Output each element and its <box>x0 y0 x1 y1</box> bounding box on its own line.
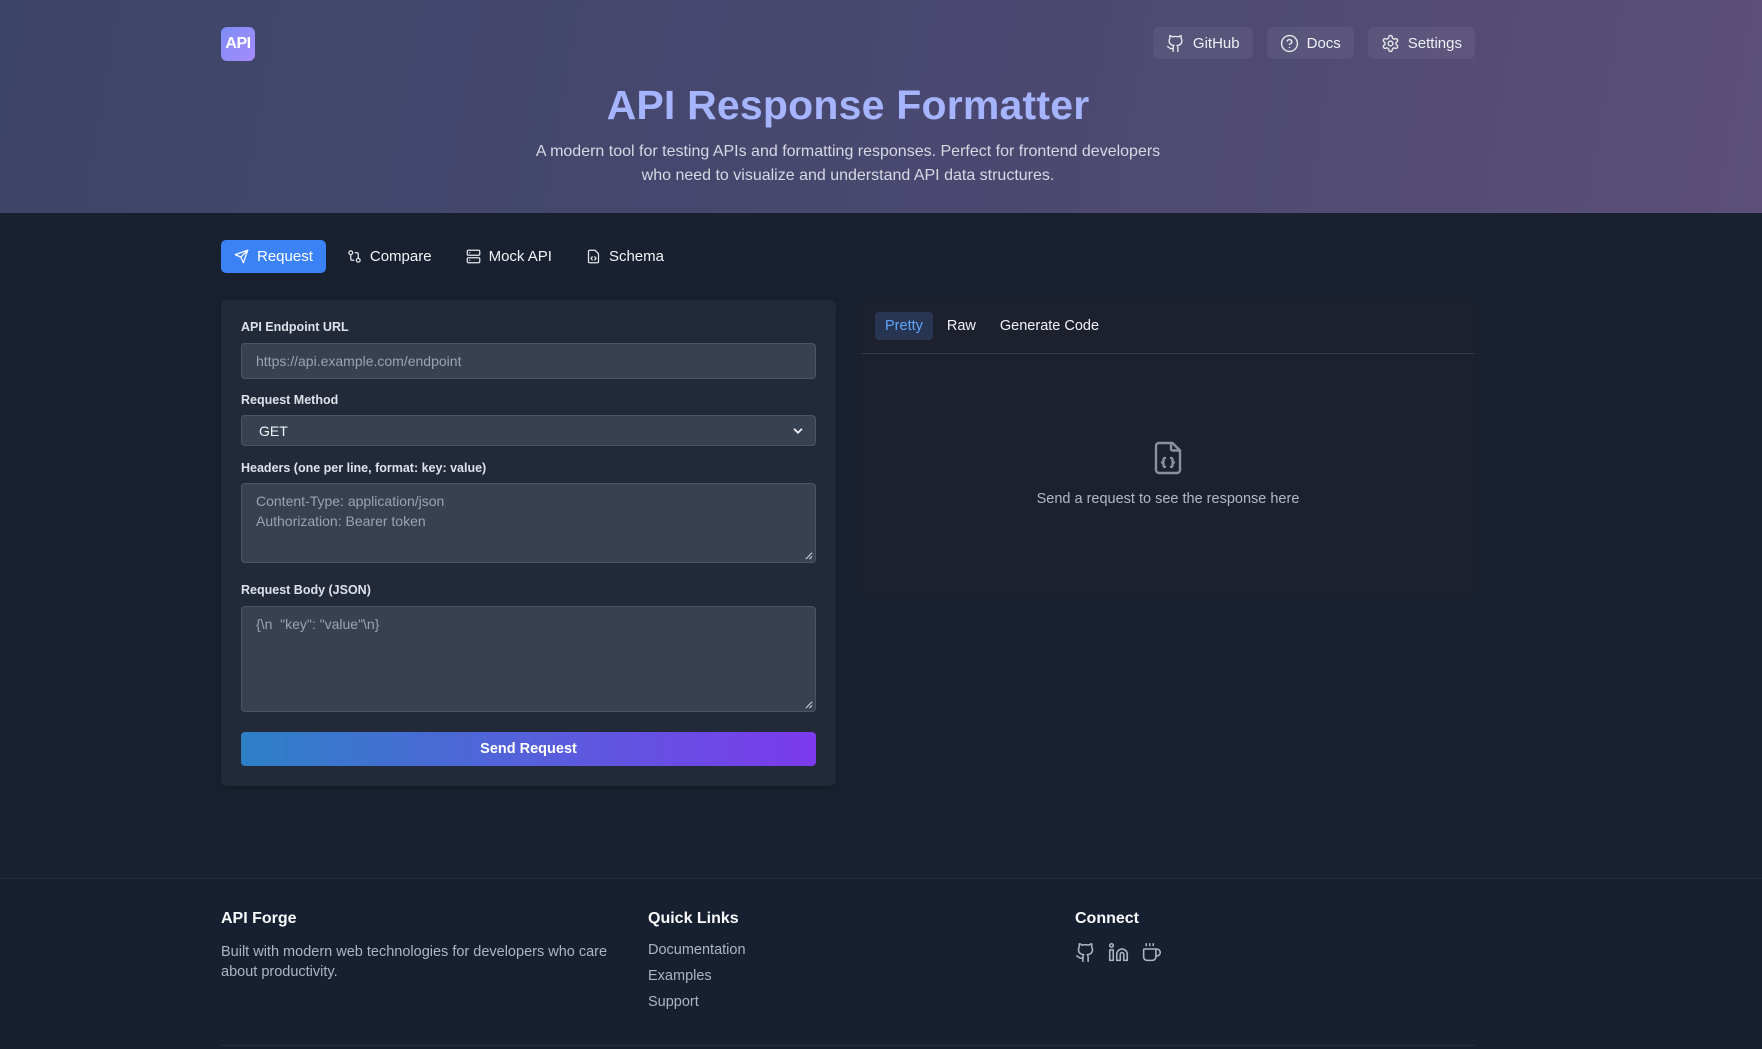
tab-schema-label: Schema <box>608 248 664 265</box>
footer-link-examples[interactable]: Examples <box>648 968 746 988</box>
url-label: API Endpoint URL <box>241 320 349 334</box>
response-panel: Pretty Raw Generate Code Send a request … <box>861 300 1475 596</box>
social-links <box>1075 942 1162 963</box>
footer-connect-title: Connect <box>1075 910 1139 927</box>
response-tabs: Pretty Raw Generate Code <box>875 312 1109 340</box>
subtitle-line-1: A modern tool for testing APIs and forma… <box>535 143 1161 160</box>
top-nav: GitHub Docs Settings <box>1152 27 1475 59</box>
github-label: GitHub <box>1192 34 1240 52</box>
coffee-icon <box>1142 942 1162 962</box>
linkedin-icon <box>1108 942 1129 962</box>
github-icon <box>1166 34 1183 52</box>
body-label: Request Body (JSON) <box>241 583 371 597</box>
tab-generate-code[interactable]: Generate Code <box>990 312 1109 340</box>
github-icon <box>1075 942 1094 963</box>
footer-connect: Connect <box>1075 910 1162 963</box>
resize-handle-icon[interactable] <box>804 700 813 709</box>
tab-mock-api-label: Mock API <box>488 248 552 265</box>
gear-icon <box>1382 34 1399 52</box>
settings-label: Settings <box>1407 34 1462 52</box>
chevron-down-icon <box>793 427 803 434</box>
headers-placeholder-line-2: Authorization: Bearer token <box>256 513 426 529</box>
send-icon <box>234 249 249 264</box>
logo[interactable]: API <box>221 27 255 61</box>
server-icon <box>466 249 480 264</box>
footer-quick-links: Quick Links Documentation Examples Suppo… <box>648 910 746 1020</box>
tab-compare[interactable]: Compare <box>334 240 445 273</box>
body-textarea[interactable]: {\n "key": "value"\n} <box>241 606 816 712</box>
footer-link-support[interactable]: Support <box>648 994 746 1014</box>
send-request-button[interactable]: Send Request <box>241 732 816 766</box>
resize-handle-icon[interactable] <box>804 551 813 560</box>
body-placeholder: {\n "key": "value"\n} <box>256 616 380 632</box>
footer: API Forge Built with modern web technolo… <box>0 878 1762 1049</box>
tab-mock-api[interactable]: Mock API <box>453 240 565 273</box>
help-circle-icon <box>1280 34 1298 52</box>
git-compare-icon <box>348 250 361 263</box>
method-value: GET <box>259 422 288 439</box>
subtitle-line-2: who need to visualize and understand API… <box>641 167 1055 184</box>
footer-brand: API Forge Built with modern web technolo… <box>221 910 611 982</box>
footer-brand-title: API Forge <box>221 910 297 927</box>
hero-header: API GitHub Docs Settings API Response Fo… <box>0 0 1762 213</box>
footer-link-documentation[interactable]: Documentation <box>648 942 746 962</box>
url-input[interactable]: https://api.example.com/endpoint <box>241 343 816 379</box>
empty-state-text: Send a request to see the response here <box>1036 491 1300 507</box>
url-placeholder: https://api.example.com/endpoint <box>256 353 462 369</box>
tab-compare-label: Compare <box>369 248 432 265</box>
method-label: Request Method <box>241 393 339 407</box>
page-subtitle: A modern tool for testing APIs and forma… <box>528 140 1168 188</box>
file-code-icon <box>587 249 600 264</box>
footer-quick-links-title: Quick Links <box>648 910 739 927</box>
method-select[interactable]: GET <box>241 415 816 446</box>
main-tabs: Request Compare Mock API Schema <box>221 240 677 273</box>
docs-button[interactable]: Docs <box>1266 27 1354 59</box>
file-json-icon <box>1154 441 1182 475</box>
tab-request-label: Request <box>257 248 313 265</box>
request-panel: API Endpoint URL https://api.example.com… <box>221 300 836 786</box>
coffee-link[interactable] <box>1141 942 1162 963</box>
settings-button[interactable]: Settings <box>1367 27 1475 59</box>
docs-label: Docs <box>1306 34 1341 52</box>
tab-raw[interactable]: Raw <box>937 312 986 340</box>
page-title: API Response Formatter <box>606 82 1090 128</box>
headers-placeholder-line-1: Content-Type: application/json <box>256 493 445 509</box>
headers-textarea[interactable]: Content-Type: application/json Authoriza… <box>241 483 816 563</box>
headers-label: Headers (one per line, format: key: valu… <box>241 461 487 475</box>
github-link[interactable] <box>1075 942 1096 963</box>
tab-schema[interactable]: Schema <box>573 240 677 273</box>
tab-pretty[interactable]: Pretty <box>875 312 933 340</box>
footer-divider <box>221 1045 1475 1046</box>
github-button[interactable]: GitHub <box>1152 27 1253 59</box>
linkedin-link[interactable] <box>1108 942 1129 963</box>
footer-brand-text: Built with modern web technologies for d… <box>221 944 608 980</box>
divider <box>861 353 1475 354</box>
tab-request[interactable]: Request <box>221 240 326 273</box>
